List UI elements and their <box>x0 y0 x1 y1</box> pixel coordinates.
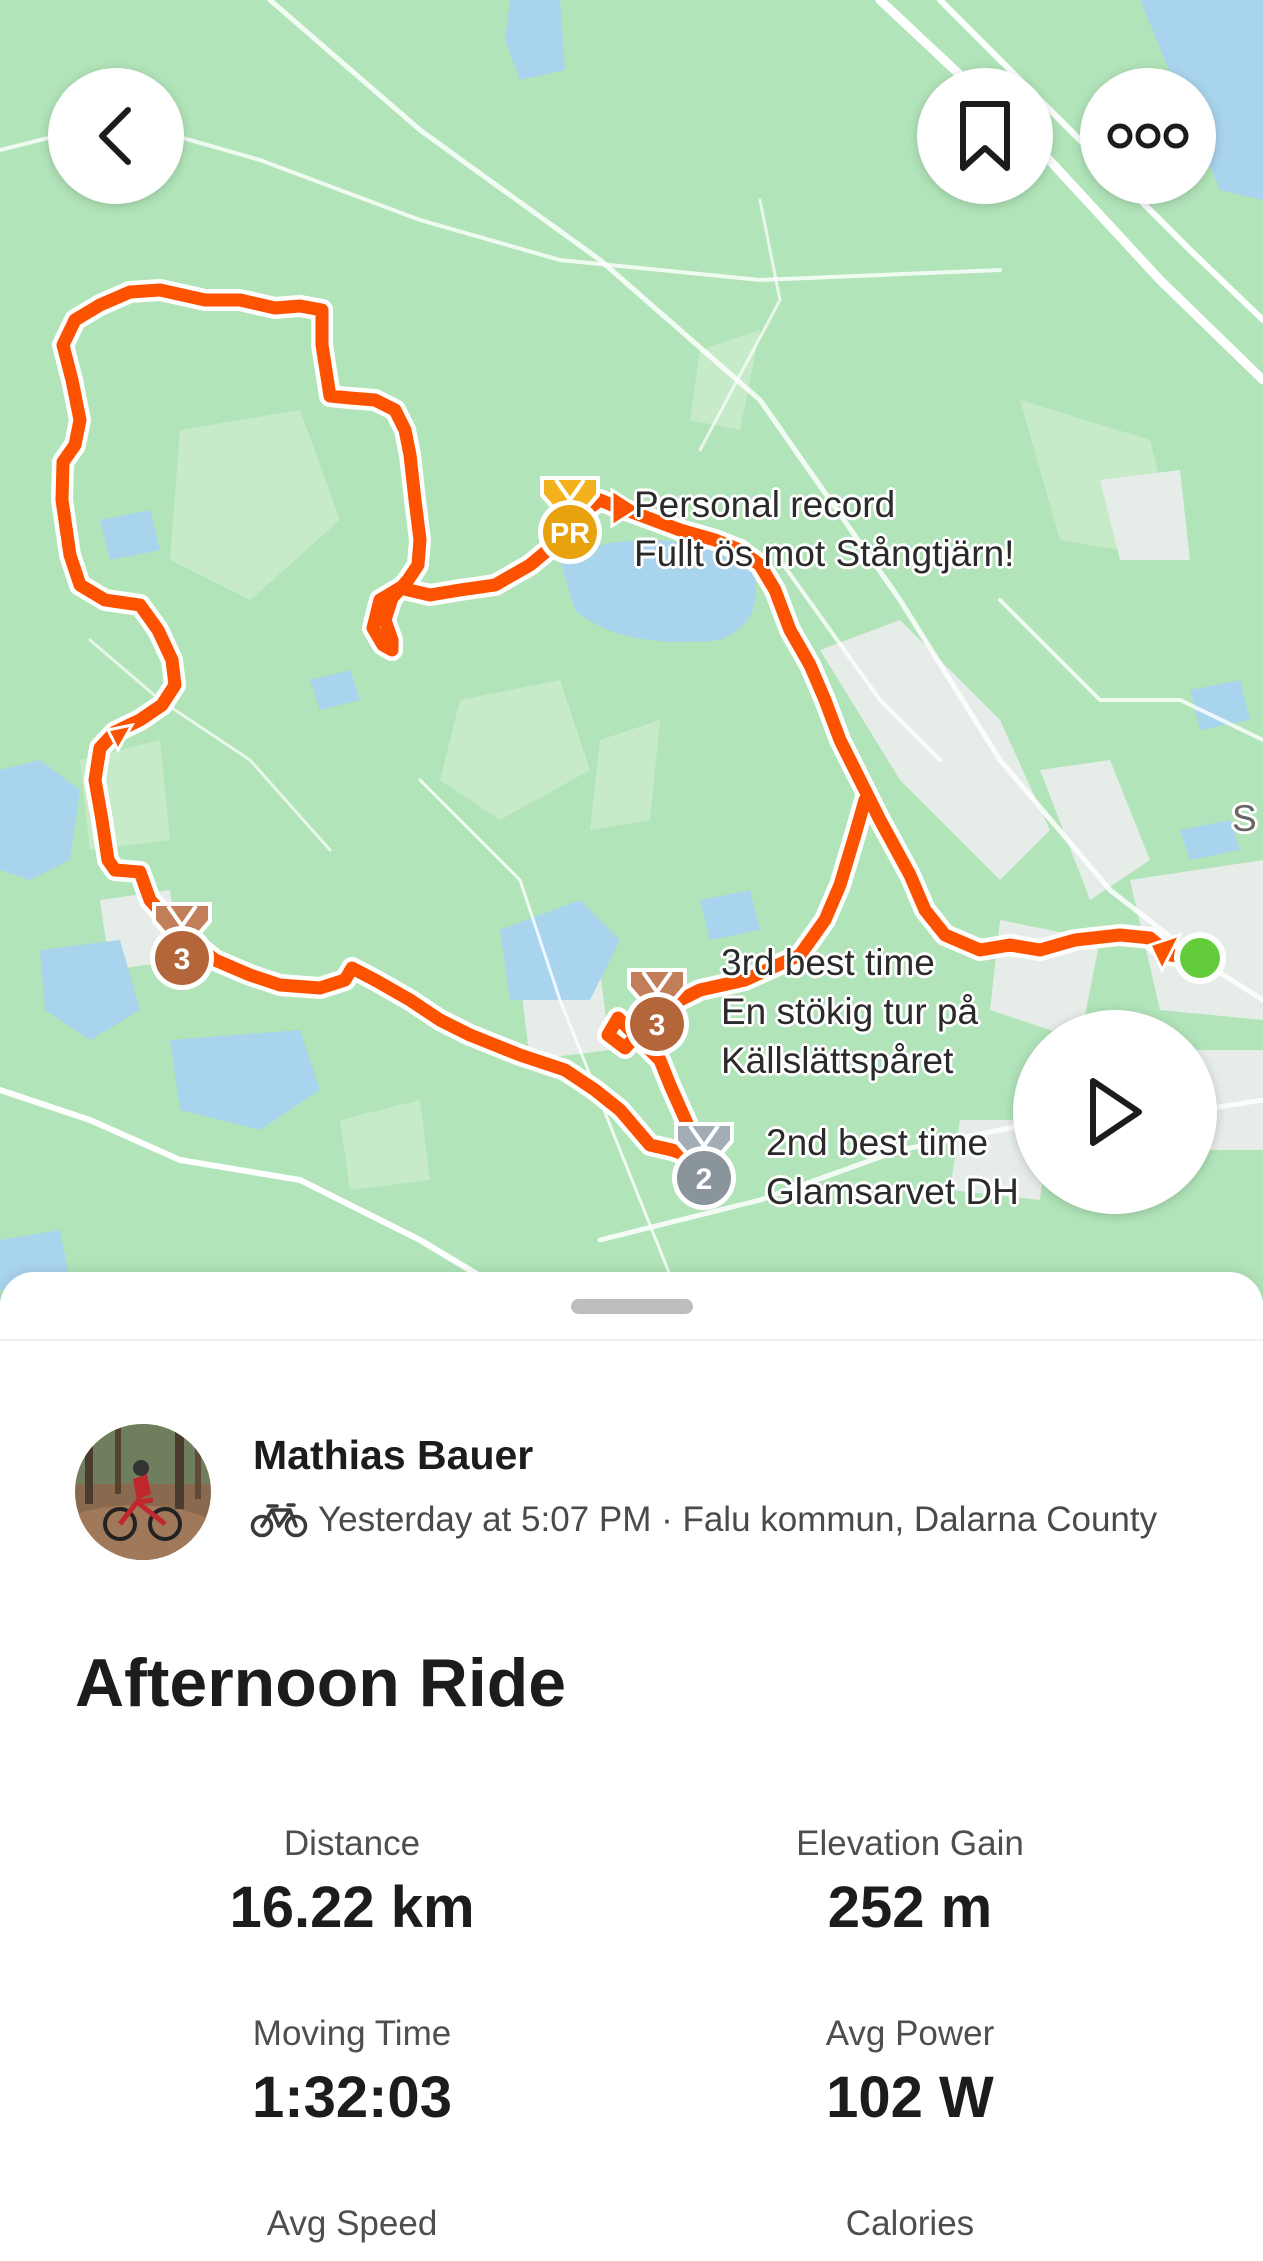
silver-medal-icon[interactable]: 2 <box>662 1116 746 1216</box>
stat-value: 16.22 km <box>229 1875 475 1940</box>
stat-elevation-gain: Elevation Gain 252 m <box>630 1824 1190 1941</box>
stat-distance: Distance 16.22 km <box>72 1824 632 1941</box>
third-label-segment-line2: Källslättspåret <box>721 1040 954 1081</box>
pr-label-segment: Fullt ös mot Stångtjärn! <box>634 533 1015 574</box>
bike-icon <box>250 1503 308 1538</box>
svg-text:3: 3 <box>174 943 191 976</box>
bronze-medal-icon[interactable]: 3 <box>615 962 699 1062</box>
stat-moving-time: Moving Time 1:32:03 <box>72 2014 632 2131</box>
third-best-segment-label[interactable]: 3rd best time En stökig tur på Källslätt… <box>721 938 978 1085</box>
more-options-button[interactable] <box>1080 68 1216 204</box>
activity-title: Afternoon Ride <box>75 1645 567 1721</box>
play-flyover-button[interactable] <box>1013 1010 1217 1214</box>
map-place-label: S <box>1232 798 1257 839</box>
second-label-kind: 2nd best time <box>766 1122 989 1163</box>
bookmark-button[interactable] <box>917 68 1053 204</box>
stat-avg-speed: Avg Speed <box>72 2204 632 2254</box>
chevron-left-icon <box>99 107 131 165</box>
stat-label: Avg Power <box>825 2014 995 2053</box>
play-icon <box>1090 1078 1142 1146</box>
start-marker <box>1180 938 1220 978</box>
stat-label: Moving Time <box>252 2014 452 2053</box>
bookmark-icon <box>960 101 1010 171</box>
more-options-icon <box>1107 123 1189 149</box>
avatar-photo <box>75 1424 211 1560</box>
stat-value: 1:32:03 <box>252 2065 452 2130</box>
activity-meta: Yesterday at 5:07 PM · Falu kommun, Dala… <box>250 1500 1157 1540</box>
stat-avg-power: Avg Power 102 W <box>630 2014 1190 2131</box>
svg-text:PR: PR <box>550 518 590 550</box>
third-label-segment-line1: En stökig tur på <box>721 991 979 1032</box>
second-label-segment: Glamsarvet DH <box>766 1171 1019 1212</box>
svg-text:2: 2 <box>696 1163 713 1196</box>
back-button[interactable] <box>48 68 184 204</box>
sheet-drag-handle[interactable] <box>571 1299 693 1314</box>
svg-text:3: 3 <box>649 1009 666 1042</box>
sheet-divider <box>0 1339 1263 1341</box>
stat-label: Distance <box>283 1824 421 1863</box>
pr-segment-label[interactable]: Personal record Fullt ös mot Stångtjärn! <box>634 480 1014 578</box>
stat-label: Elevation Gain <box>796 1824 1024 1863</box>
stat-value: 102 W <box>826 2065 994 2130</box>
activity-sheet: Mathias Bauer Yesterday at 5:07 PM · Fal… <box>0 1272 1263 2261</box>
stat-label: Avg Speed <box>266 2204 438 2243</box>
stat-calories: Calories <box>630 2204 1190 2254</box>
athlete-avatar[interactable] <box>75 1424 211 1560</box>
second-best-segment-label[interactable]: 2nd best time Glamsarvet DH <box>766 1118 1019 1216</box>
activity-meta-text: Yesterday at 5:07 PM · Falu kommun, Dala… <box>318 1500 1158 1539</box>
pr-medal-icon[interactable]: PR <box>528 470 612 570</box>
stat-value: 252 m <box>827 1875 993 1940</box>
athlete-name[interactable]: Mathias Bauer <box>253 1432 533 1479</box>
bronze-medal-icon[interactable]: 3 <box>140 896 224 996</box>
stat-label: Calories <box>845 2204 975 2243</box>
third-label-kind: 3rd best time <box>721 942 935 983</box>
pr-label-kind: Personal record <box>634 484 896 525</box>
